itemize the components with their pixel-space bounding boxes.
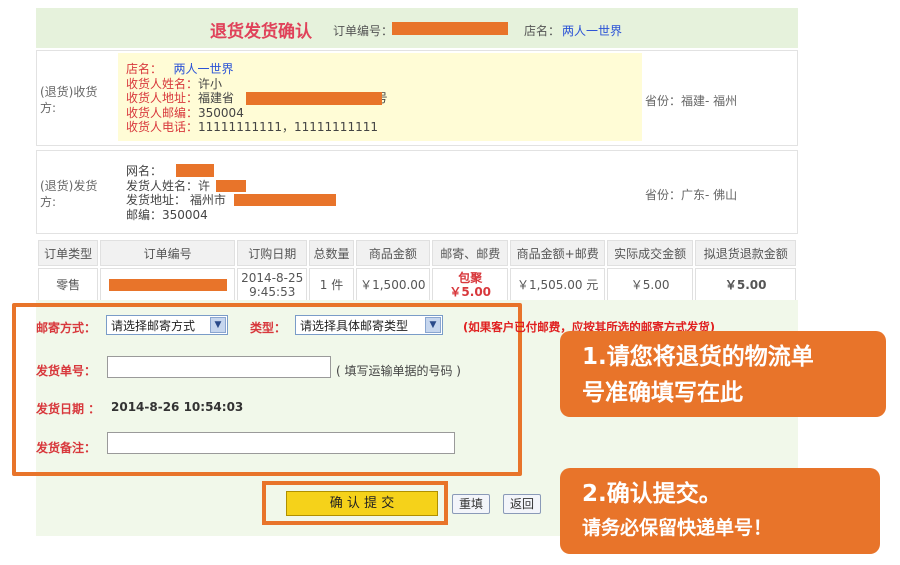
redacted-order-number-cell bbox=[108, 279, 227, 291]
order-number-label: 订单编号： bbox=[333, 24, 394, 38]
sender-name: 许 bbox=[198, 178, 211, 193]
callout-tracking-instruction: 1.请您将退货的物流单 号准确填写在此 bbox=[560, 331, 886, 417]
ship-date-value: 2014-8-26 10:54:03 bbox=[111, 400, 244, 414]
callout-submit-instruction: 2.确认提交。 请务必保留快递单号！ bbox=[560, 468, 880, 554]
receiver-address-prefix: 福建省 bbox=[198, 91, 235, 105]
cell-shipping-fee: ￥5.00 bbox=[449, 285, 492, 299]
tracking-number-label: 发货单号： bbox=[36, 364, 97, 378]
cell-date: 2014-8-25 bbox=[241, 271, 304, 285]
receiver-section-label: (退货)收货方: bbox=[40, 85, 98, 115]
cell-shipping: 包聚 ￥5.00 bbox=[432, 268, 509, 302]
redacted-sender-address bbox=[234, 194, 336, 206]
receiver-zip: 350004 bbox=[198, 105, 244, 120]
sender-province: 省份：广东- 佛山 bbox=[645, 188, 738, 202]
cell-actual: ￥5.00 bbox=[606, 268, 694, 302]
receiver-shop-name[interactable]: 两人一世界 bbox=[173, 62, 233, 76]
col-order-type: 订单类型 bbox=[38, 240, 99, 266]
ship-method-value: 请选择邮寄方式 bbox=[111, 319, 196, 333]
page-title: 退货发货确认 bbox=[210, 22, 312, 42]
cell-quantity: 1 件 bbox=[309, 268, 354, 302]
chevron-down-icon: ▼ bbox=[425, 317, 441, 333]
col-actual-amount: 实际成交金额 bbox=[606, 240, 694, 266]
cell-order-type: 零售 bbox=[38, 268, 99, 302]
col-amount: 商品金额 bbox=[355, 240, 431, 266]
receiver-phone-label: 收货人电话： bbox=[126, 120, 199, 134]
ship-date-label: 发货日期 ： bbox=[36, 402, 101, 416]
sender-address-label: 发货地址： bbox=[126, 193, 187, 207]
receiver-province: 省份：福建- 福州 bbox=[645, 94, 738, 108]
ship-note-input[interactable] bbox=[107, 432, 455, 454]
redacted-receiver-address bbox=[246, 92, 382, 105]
receiver-address-label: 收货人地址： bbox=[126, 91, 199, 105]
redacted-order-number bbox=[392, 22, 508, 35]
callout-1-line-2: 号准确填写在此 bbox=[582, 380, 743, 406]
cell-shipping-tag: 包聚 bbox=[458, 271, 483, 285]
ship-method-label: 邮寄方式： bbox=[36, 321, 97, 335]
receiver-name: 许小 bbox=[198, 76, 223, 91]
cell-amount: ￥1,500.00 bbox=[355, 268, 431, 302]
ship-type-label: 类型： bbox=[250, 321, 287, 335]
sender-zip: 邮编：350004 bbox=[126, 207, 208, 222]
cell-order-number bbox=[100, 268, 236, 302]
ship-note-label: 发货备注： bbox=[36, 441, 97, 455]
sender-address-prefix: 福州市 bbox=[189, 193, 226, 207]
callout-2-line-1: 2.确认提交。 bbox=[582, 481, 722, 507]
submit-button[interactable]: 确 认 提 交 bbox=[286, 491, 438, 516]
chevron-down-icon: ▼ bbox=[210, 317, 226, 333]
cell-order-date: 2014-8-25 9:45:53 bbox=[237, 268, 308, 302]
redacted-sender-name bbox=[216, 180, 246, 192]
col-refund-amount: 拟退货退款金额 bbox=[695, 240, 796, 266]
ship-method-select[interactable]: 请选择邮寄方式 ▼ bbox=[106, 315, 228, 335]
table-row: 零售 2014-8-25 9:45:53 1 件 ￥1,500.00 包聚 ￥5.0… bbox=[38, 268, 796, 302]
callout-1-line-1: 1.请您将退货的物流单 bbox=[582, 344, 814, 370]
shop-label: 店名： bbox=[524, 24, 561, 38]
receiver-name-label: 收货人姓名： bbox=[126, 76, 199, 91]
col-quantity: 总数量 bbox=[309, 240, 354, 266]
callout-2-line-2: 请务必保留快递单号！ bbox=[582, 517, 773, 539]
reset-button[interactable]: 重填 bbox=[452, 494, 490, 514]
col-shipping: 邮寄、邮费 bbox=[432, 240, 509, 266]
col-order-date: 订购日期 bbox=[237, 240, 308, 266]
order-table: 订单类型 订单编号 订购日期 总数量 商品金额 邮寄、邮费 商品金额+邮费 实际… bbox=[36, 238, 798, 304]
receiver-shop-label: 店名： bbox=[126, 62, 163, 76]
receiver-phone: 11111111111，11111111111 bbox=[198, 120, 378, 134]
cell-total: ￥1,505.00 元 bbox=[510, 268, 605, 302]
redacted-sender-nick bbox=[176, 164, 214, 177]
ship-type-value: 请选择具体邮寄类型 bbox=[300, 319, 409, 333]
col-amount-plus-shipping: 商品金额+邮费 bbox=[510, 240, 605, 266]
tracking-number-hint: ( 填写运输单据的号码 ) bbox=[336, 364, 461, 378]
shop-name-link[interactable]: 两人一世界 bbox=[562, 22, 622, 39]
receiver-zip-label: 收货人邮编： bbox=[126, 105, 199, 120]
cell-refund: ￥5.00 bbox=[695, 268, 796, 302]
sender-section-label: (退货)发货方: bbox=[40, 179, 98, 209]
tracking-number-input[interactable] bbox=[107, 356, 331, 378]
sender-name-label: 发货人姓名： bbox=[126, 178, 199, 193]
col-order-number: 订单编号 bbox=[100, 240, 236, 266]
cell-time: 9:45:53 bbox=[249, 285, 296, 299]
ship-type-select[interactable]: 请选择具体邮寄类型 ▼ bbox=[295, 315, 443, 335]
back-button[interactable]: 返回 bbox=[503, 494, 541, 514]
